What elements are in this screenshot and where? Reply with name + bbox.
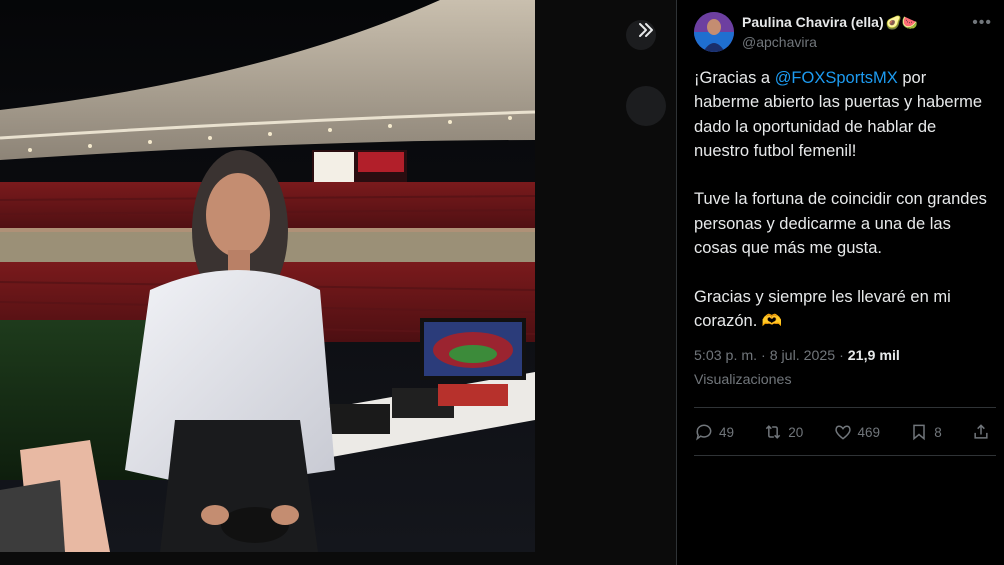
bookmark-icon [913, 424, 925, 441]
repost-icon [766, 425, 781, 439]
heart-icon [834, 425, 851, 440]
views-label: Visualizaciones [694, 372, 792, 388]
divider [694, 455, 996, 456]
heart-hands-emoji: 🫶 [761, 311, 783, 330]
tweet-text: ¡Gracias a @FOXSportsMX por haberme abie… [694, 69, 987, 330]
bookmark-button[interactable]: 8 [909, 422, 942, 442]
share-icon [974, 424, 988, 439]
stadium-photo-illustration [0, 0, 535, 552]
author-handle[interactable]: @apchavira [742, 34, 918, 50]
chevron-double-right-icon [639, 23, 653, 37]
tweet-date[interactable]: 8 jul. 2025 [770, 348, 835, 364]
views-count: 21,9 mil [847, 348, 900, 364]
tweet-detail-panel: Paulina Chavira (ella) 🥑🍉 @apchavira ••• … [676, 0, 1004, 565]
share-button[interactable] [971, 422, 996, 442]
like-count: 469 [857, 424, 881, 440]
ghost-avatar [626, 86, 666, 126]
author-emojis: 🥑🍉 [885, 15, 918, 30]
mention-link[interactable]: @FOXSportsMX [775, 69, 898, 87]
author-display-name[interactable]: Paulina Chavira (ella) 🥑🍉 [742, 14, 918, 31]
tweet-photo[interactable] [0, 0, 535, 552]
avatar[interactable] [694, 12, 734, 52]
tweet-time[interactable]: 5:03 p. m. [694, 348, 757, 364]
more-options-icon[interactable]: ••• [972, 14, 992, 32]
reply-count: 49 [719, 424, 735, 440]
like-button[interactable]: 469 [833, 422, 881, 442]
avatar-image [694, 12, 734, 52]
bookmark-count: 8 [934, 424, 942, 440]
tweet-author: Paulina Chavira (ella) 🥑🍉 @apchavira [694, 12, 918, 52]
tweet-meta: 5:03 p. m. · 8 jul. 2025 · 21,9 mil [694, 348, 900, 364]
repost-button[interactable]: 20 [763, 422, 803, 442]
reply-icon [696, 424, 712, 441]
repost-count: 20 [788, 424, 804, 440]
expand-panel-button[interactable] [630, 14, 662, 46]
divider [694, 407, 996, 408]
tweet-actions: 49 20 469 8 [694, 420, 996, 444]
reply-button[interactable]: 49 [694, 422, 734, 442]
